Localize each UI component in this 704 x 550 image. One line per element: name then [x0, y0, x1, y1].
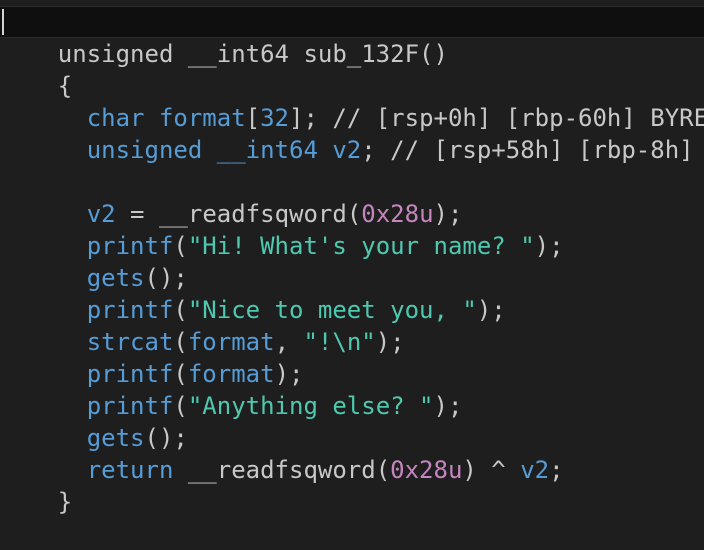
function-signature-line[interactable]: unsigned __int64 sub_132F() [0, 6, 448, 68]
return-keyword: return [86, 456, 174, 484]
string-literal: "Hi! What's your name? " [187, 232, 535, 260]
paren-close: ); [433, 392, 463, 420]
signature-function-name[interactable]: sub_132F [303, 40, 419, 68]
stack-comment: // [rsp+58h] [rbp-8h] [390, 136, 694, 164]
statement-line[interactable]: v2 = __readfsqword(0x28u); [0, 166, 463, 228]
close-brace: } [57, 488, 73, 516]
paren-close: ); [534, 232, 564, 260]
open-brace-line[interactable]: { [0, 38, 72, 100]
signature-return-type: unsigned __int64 [57, 40, 289, 68]
declaration-format-line[interactable]: char format[32]; // [rsp+0h] [rbp-60h] B… [0, 70, 704, 132]
statement-line[interactable]: gets(); [0, 230, 188, 292]
semicolon: ; [549, 456, 564, 484]
paren-open: ( [375, 456, 391, 484]
statement-line[interactable]: gets(); [0, 390, 188, 452]
statement-line[interactable]: printf("Nice to meet you, "); [0, 262, 506, 324]
string-literal: "!\n" [303, 328, 376, 356]
declaration-v2-line[interactable]: unsigned __int64 v2; // [rsp+58h] [rbp-8… [0, 102, 694, 164]
return-statement-line[interactable]: return __readfsqword(0x28u) ^ v2; [0, 422, 564, 484]
statement-line[interactable]: printf(format); [0, 326, 304, 388]
paren-close: ); [476, 296, 506, 324]
paren-close: ); [375, 328, 405, 356]
statement-line[interactable]: printf("Hi! What's your name? "); [0, 198, 564, 260]
code-editor[interactable]: unsigned __int64 sub_132F() { char forma… [0, 0, 704, 516]
function-call[interactable]: __readfsqword [173, 456, 376, 484]
statement-line[interactable]: printf("Anything else? "); [0, 358, 463, 420]
xor-operator: ^ [476, 456, 521, 484]
type-keyword: unsigned __int64 [86, 136, 318, 164]
string-literal: "Anything else? " [187, 392, 434, 420]
variable-v2[interactable]: v2 [520, 456, 549, 484]
hex-literal: 0x28u [390, 456, 463, 484]
close-brace-line[interactable]: } [0, 454, 72, 516]
variable-v2[interactable]: v2 [332, 136, 361, 164]
paren-close: ) [462, 456, 477, 484]
statement-line[interactable]: strcat(format, "!\n"); [0, 294, 405, 356]
signature-parens: () [419, 40, 448, 68]
semicolon: ; [361, 136, 376, 164]
